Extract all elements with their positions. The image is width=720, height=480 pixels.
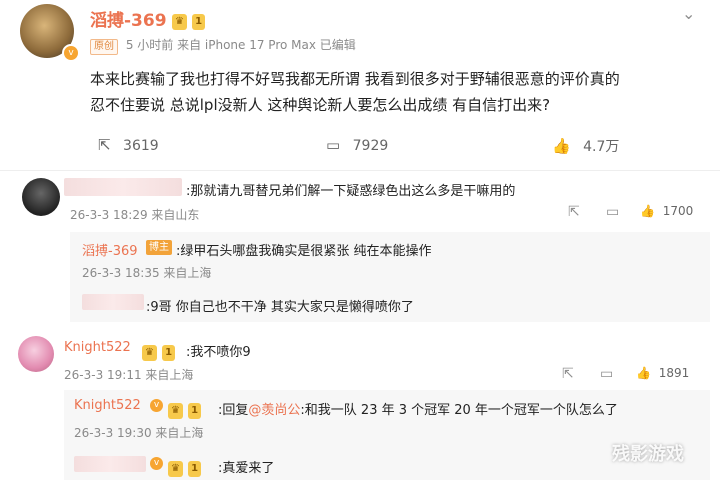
post-text-line1: 本来比赛输了我也打得不好骂我都无所谓 我看到很多对于野辅很恶意的评价真的 [90,70,620,88]
repost-button[interactable]: ⇱ 3619 [98,136,159,154]
reply-author[interactable]: Knight522 [74,398,141,413]
commenter-avatar[interactable] [22,178,60,216]
repost-icon: ⇱ [98,136,111,154]
comment-like-count: 1891 [658,366,690,380]
share-icon[interactable]: ⇱ [562,366,574,382]
comment-icon[interactable]: ▭ [600,366,613,382]
watermark: 残影游戏 [612,444,684,465]
commenter-avatar[interactable] [18,336,54,372]
reply-vip-badge: v ♛ 1 [150,398,202,419]
reply-text: :和我一队 23 年 3 个冠军 20 年一个冠军一个队怎么了 [300,403,618,418]
comment-count: 7929 [352,138,389,154]
crown-icon: ♛ [142,345,157,361]
thumbs-up-icon: 👍 [636,366,651,380]
comment-like-button[interactable]: 👍 1891 [636,366,689,380]
reply-text: :9哥 你自己也不干净 其实大家只是懒得喷你了 [146,300,414,315]
reply-meta: 26-3-3 18:35 来自上海 [82,266,212,280]
blurred-username [64,178,182,196]
reply-text: :绿甲石头哪盘我确实是很紧张 纯在本能操作 [176,244,432,259]
blurred-username [82,294,144,310]
original-tag: 原创 [90,39,118,55]
chevron-down-icon[interactable]: ⌄ [682,4,695,23]
reply-meta: 26-3-3 19:30 来自上海 [74,426,204,440]
level-badge: 1 [188,461,202,477]
comment-like-button[interactable]: 👍 1700 [640,204,693,218]
comment-icon[interactable]: ▭ [606,204,619,220]
reply-prefix: :回复 [218,403,249,418]
share-icon[interactable]: ⇱ [568,204,580,220]
blogger-tag: 博主 [146,240,172,255]
mention-link[interactable]: @羡尚公 [248,403,300,418]
post-text-line2: 忍不住要说 总说lpl没新人 这种舆论新人要怎么出成绩 有自信打出来? [90,96,551,114]
post-meta: 5 小时前 来自 iPhone 17 Pro Max 已编辑 [125,38,356,52]
level-badge: 1 [192,14,206,30]
commenter-vip-badge: ♛ 1 [142,340,176,361]
comment-meta: 26-3-3 18:29 来自山东 [70,208,200,222]
verified-icon: v [62,44,80,62]
reply-text-row: :回复@羡尚公:和我一队 23 年 3 个冠军 20 年一个冠军一个队怎么了 [218,399,618,418]
thumbs-up-icon: 👍 [640,204,655,218]
blurred-username [74,456,146,472]
author-vip-badge: ♛ 1 [172,9,206,30]
reply-text: :真爱来了 [218,461,275,476]
comment-like-count: 1700 [662,204,694,218]
post-meta-row: 原创 5 小时前 来自 iPhone 17 Pro Max 已编辑 [90,36,356,55]
commenter-name[interactable]: Knight522 [64,340,131,355]
crown-icon: ♛ [168,403,183,419]
crown-icon: ♛ [168,461,183,477]
repost-count: 3619 [123,138,159,154]
verified-icon: v [150,399,163,412]
reply-author[interactable]: 滔搏-369 [82,240,138,259]
divider [0,170,720,171]
thumbs-up-icon: 👍 [552,137,571,155]
like-count: 4.7万 [583,139,620,155]
level-badge: 1 [188,403,202,419]
author-name[interactable]: 滔搏-369 [90,6,167,31]
level-badge: 1 [162,345,176,361]
crown-icon: ♛ [172,14,187,30]
like-button[interactable]: 👍 4.7万 [552,136,619,156]
verified-icon: v [150,457,163,470]
comment-icon: ▭ [326,136,341,154]
reply-vip-badge: v ♛ 1 [150,456,202,477]
comment-meta: 26-3-3 19:11 来自上海 [64,368,194,382]
comment-text: :那就请九哥替兄弟们解一下疑惑绿色出这么多是干嘛用的 [186,184,516,199]
comment-button[interactable]: ▭ 7929 [326,136,388,154]
comment-text: :我不喷你9 [186,345,251,360]
